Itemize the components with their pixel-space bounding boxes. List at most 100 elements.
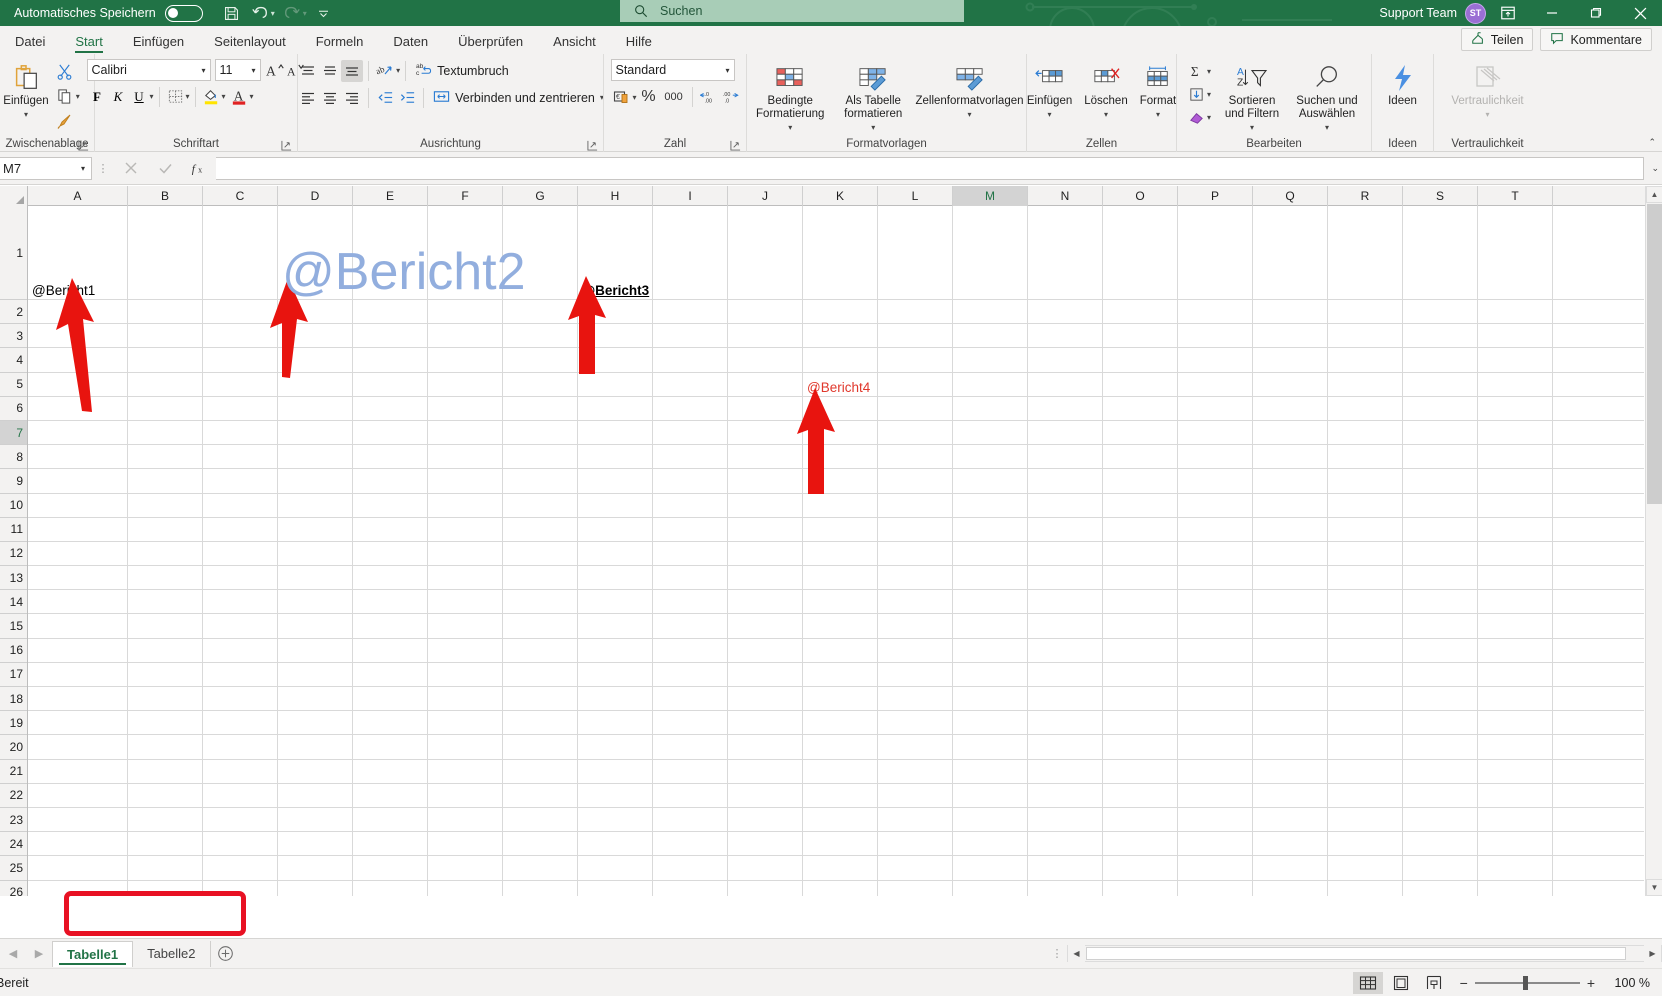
cell-G21[interactable] bbox=[503, 759, 578, 784]
cell-S4[interactable] bbox=[1403, 348, 1478, 373]
cell-E13[interactable] bbox=[353, 566, 428, 591]
underline-dropdown-caret[interactable]: ▾ bbox=[150, 92, 154, 101]
sheet-tab-tabelle2[interactable]: Tabelle2 bbox=[133, 940, 211, 967]
cell-G8[interactable] bbox=[503, 445, 578, 470]
cell-I22[interactable] bbox=[653, 783, 728, 808]
cell-F23[interactable] bbox=[428, 807, 503, 833]
cell-S9[interactable] bbox=[1403, 469, 1478, 494]
cell-I16[interactable] bbox=[653, 638, 728, 663]
cell-C4[interactable] bbox=[203, 348, 278, 373]
cell-B2[interactable] bbox=[128, 300, 203, 325]
cell-H16[interactable] bbox=[578, 638, 653, 663]
cell-A17[interactable] bbox=[28, 662, 128, 687]
row-header-19[interactable]: 19 bbox=[0, 711, 27, 736]
cell-L19[interactable] bbox=[878, 711, 953, 736]
column-header-f[interactable]: F bbox=[428, 186, 503, 206]
cell-T10[interactable] bbox=[1478, 493, 1553, 518]
cell-B7[interactable] bbox=[128, 420, 203, 446]
cell-F20[interactable] bbox=[428, 735, 503, 760]
zoom-slider-group[interactable]: − + 100 % bbox=[1460, 975, 1650, 991]
chevron-down-icon[interactable]: ▾ bbox=[81, 164, 85, 173]
cell-N8[interactable] bbox=[1028, 445, 1103, 470]
cell-styles-caret[interactable]: ▾ bbox=[967, 108, 971, 121]
cell-H20[interactable] bbox=[578, 735, 653, 760]
normal-view-button[interactable] bbox=[1352, 971, 1383, 994]
cell-L10[interactable] bbox=[878, 493, 953, 518]
cell-A11[interactable] bbox=[28, 517, 128, 542]
cell-C22[interactable] bbox=[203, 783, 278, 808]
cell-L9[interactable] bbox=[878, 469, 953, 494]
cell-D4[interactable] bbox=[278, 348, 353, 373]
cell-J11[interactable] bbox=[728, 517, 803, 542]
cell-O7[interactable] bbox=[1103, 420, 1178, 446]
vertical-scroll-thumb[interactable] bbox=[1647, 204, 1662, 504]
cell-N23[interactable] bbox=[1028, 807, 1103, 833]
cell-L3[interactable] bbox=[878, 324, 953, 349]
cell-N18[interactable] bbox=[1028, 687, 1103, 712]
column-header-n[interactable]: N bbox=[1028, 186, 1103, 206]
cell-C20[interactable] bbox=[203, 735, 278, 760]
cell-L13[interactable] bbox=[878, 566, 953, 591]
cell-A15[interactable] bbox=[28, 614, 128, 639]
cell-M15[interactable] bbox=[953, 614, 1028, 639]
cell-Q10[interactable] bbox=[1253, 493, 1328, 518]
cell-R18[interactable] bbox=[1328, 687, 1403, 712]
cell-P9[interactable] bbox=[1178, 469, 1253, 494]
cell-A6[interactable] bbox=[28, 396, 128, 421]
cell-Q4[interactable] bbox=[1253, 348, 1328, 373]
cell-B24[interactable] bbox=[128, 832, 203, 857]
cell-B11[interactable] bbox=[128, 517, 203, 542]
cell-T7[interactable] bbox=[1478, 420, 1553, 446]
clear-button[interactable] bbox=[1185, 106, 1207, 128]
cell-Q18[interactable] bbox=[1253, 687, 1328, 712]
column-header-s[interactable]: S bbox=[1403, 186, 1478, 206]
cell-R20[interactable] bbox=[1328, 735, 1403, 760]
grid-cells[interactable]: @Bericht1 @Bericht2 @Bericht3 @Bericht4 bbox=[28, 206, 1644, 896]
font-name-combo[interactable]: Calibri ▾ bbox=[86, 59, 211, 81]
cell-S22[interactable] bbox=[1403, 783, 1478, 808]
cell-I20[interactable] bbox=[653, 735, 728, 760]
cell-O2[interactable] bbox=[1103, 300, 1178, 325]
cell-H25[interactable] bbox=[578, 856, 653, 881]
column-header-p[interactable]: P bbox=[1178, 186, 1253, 206]
cell-B16[interactable] bbox=[128, 638, 203, 663]
cell-T25[interactable] bbox=[1478, 856, 1553, 881]
sort-filter-button[interactable]: AZ Sortieren und Filtern ▾ bbox=[1216, 59, 1288, 136]
cell-I23[interactable] bbox=[653, 807, 728, 833]
cell-I25[interactable] bbox=[653, 856, 728, 881]
cell-C17[interactable] bbox=[203, 662, 278, 687]
cell-H26[interactable] bbox=[578, 880, 653, 896]
cell-K24[interactable] bbox=[803, 832, 878, 857]
cell-H2[interactable] bbox=[578, 300, 653, 325]
cell-D8[interactable] bbox=[278, 445, 353, 470]
decrease-indent-button[interactable] bbox=[374, 87, 396, 109]
cell-B8[interactable] bbox=[128, 445, 203, 470]
cell-H22[interactable] bbox=[578, 783, 653, 808]
cell-L6[interactable] bbox=[878, 396, 953, 421]
cell-N6[interactable] bbox=[1028, 396, 1103, 421]
sheet-tab-tabelle1[interactable]: Tabelle1 bbox=[52, 940, 134, 967]
cell-O5[interactable] bbox=[1103, 372, 1178, 397]
column-header-j[interactable]: J bbox=[728, 186, 803, 206]
cell-K18[interactable] bbox=[803, 687, 878, 712]
cell-A14[interactable] bbox=[28, 590, 128, 615]
cell-Q24[interactable] bbox=[1253, 832, 1328, 857]
cell-S13[interactable] bbox=[1403, 566, 1478, 591]
formula-input[interactable] bbox=[216, 156, 1644, 180]
cell-L2[interactable] bbox=[878, 300, 953, 325]
page-break-view-button[interactable] bbox=[1419, 972, 1449, 994]
cell-F6[interactable] bbox=[428, 396, 503, 421]
minimize-icon[interactable] bbox=[1530, 0, 1574, 26]
cell-A16[interactable] bbox=[28, 638, 128, 663]
cell-M17[interactable] bbox=[953, 662, 1028, 687]
cell-P26[interactable] bbox=[1178, 880, 1253, 896]
cell-I6[interactable] bbox=[653, 396, 728, 421]
cell-M19[interactable] bbox=[953, 711, 1028, 736]
column-header-k[interactable]: K bbox=[803, 186, 878, 206]
cell-J18[interactable] bbox=[728, 687, 803, 712]
cell-D24[interactable] bbox=[278, 832, 353, 857]
cell-T18[interactable] bbox=[1478, 687, 1553, 712]
cell-N9[interactable] bbox=[1028, 469, 1103, 494]
cell-E6[interactable] bbox=[353, 396, 428, 421]
row-header-16[interactable]: 16 bbox=[0, 639, 27, 663]
